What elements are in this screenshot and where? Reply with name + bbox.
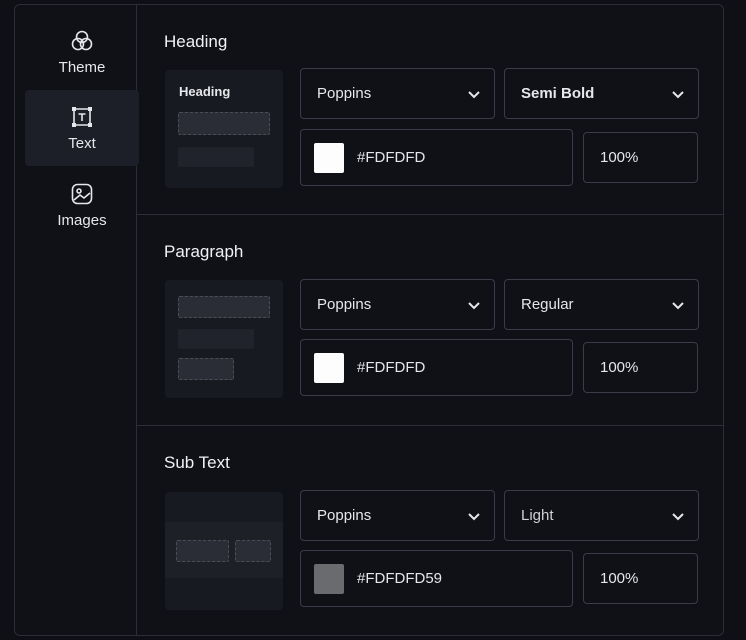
sidebar-item-text[interactable]: Text — [25, 90, 139, 166]
chevron-down-icon — [468, 513, 480, 521]
heading-section: Heading Heading Poppins Semi Bold #FDFDF… — [137, 4, 724, 215]
chevron-down-icon — [672, 513, 684, 521]
opacity-value: 100% — [600, 149, 639, 166]
select-value: Poppins — [317, 296, 372, 313]
heading-font-select[interactable]: Poppins — [300, 68, 495, 119]
subtext-section: Sub Text Poppins Light #FDFDFD59 100% — [137, 426, 724, 636]
sidebar-item-label: Theme — [58, 58, 106, 76]
heading-color-field[interactable]: #FDFDFD — [300, 129, 573, 186]
section-title: Sub Text — [164, 453, 230, 472]
image-icon — [71, 183, 93, 204]
select-value: Light — [521, 507, 554, 524]
color-hex-value: #FDFDFD — [357, 359, 426, 376]
subtext-color-field[interactable]: #FDFDFD59 — [300, 550, 573, 607]
subtext-preview — [165, 492, 283, 610]
preview-placeholder — [178, 296, 270, 318]
subtext-weight-select[interactable]: Light — [504, 490, 699, 541]
heading-preview: Heading — [165, 70, 283, 188]
section-title: Heading — [164, 32, 228, 51]
sidebar-item-theme[interactable]: Theme — [25, 14, 139, 90]
preview-placeholder — [178, 147, 254, 167]
preview-heading-text: Heading — [179, 84, 231, 99]
theme-icon — [71, 30, 93, 50]
paragraph-color-field[interactable]: #FDFDFD — [300, 339, 573, 396]
select-value: Poppins — [317, 507, 372, 524]
paragraph-weight-select[interactable]: Regular — [504, 279, 699, 330]
opacity-value: 100% — [600, 570, 639, 587]
select-value: Poppins — [317, 85, 372, 102]
color-swatch[interactable] — [314, 563, 344, 594]
subtext-opacity-field[interactable]: 100% — [583, 553, 698, 604]
heading-opacity-field[interactable]: 100% — [583, 132, 698, 183]
text-icon — [72, 106, 92, 127]
preview-placeholder — [178, 112, 270, 135]
paragraph-preview — [165, 280, 283, 398]
preview-placeholder — [178, 329, 254, 349]
paragraph-section: Paragraph Poppins Regular #FDFDFD 100% — [137, 215, 724, 426]
chevron-down-icon — [468, 302, 480, 310]
sidebar-item-label: Images — [57, 211, 107, 229]
preview-placeholder — [178, 358, 234, 380]
paragraph-opacity-field[interactable]: 100% — [583, 342, 698, 393]
chevron-down-icon — [672, 302, 684, 310]
preview-placeholder — [176, 540, 229, 562]
opacity-value: 100% — [600, 359, 639, 376]
color-swatch[interactable] — [314, 142, 344, 173]
subtext-font-select[interactable]: Poppins — [300, 490, 495, 541]
select-value: Regular — [521, 296, 574, 313]
color-hex-value: #FDFDFD — [357, 149, 426, 166]
select-value: Semi Bold — [521, 85, 595, 102]
section-title: Paragraph — [164, 242, 244, 261]
color-swatch[interactable] — [314, 352, 344, 383]
chevron-down-icon — [468, 91, 480, 99]
heading-weight-select[interactable]: Semi Bold — [504, 68, 699, 119]
chevron-down-icon — [672, 91, 684, 99]
preview-placeholder — [235, 540, 271, 562]
sidebar-item-images[interactable]: Images — [25, 167, 139, 243]
paragraph-font-select[interactable]: Poppins — [300, 279, 495, 330]
color-hex-value: #FDFDFD59 — [357, 570, 443, 587]
sidebar-item-label: Text — [68, 134, 96, 152]
sidebar: Theme Text Images — [14, 4, 139, 636]
